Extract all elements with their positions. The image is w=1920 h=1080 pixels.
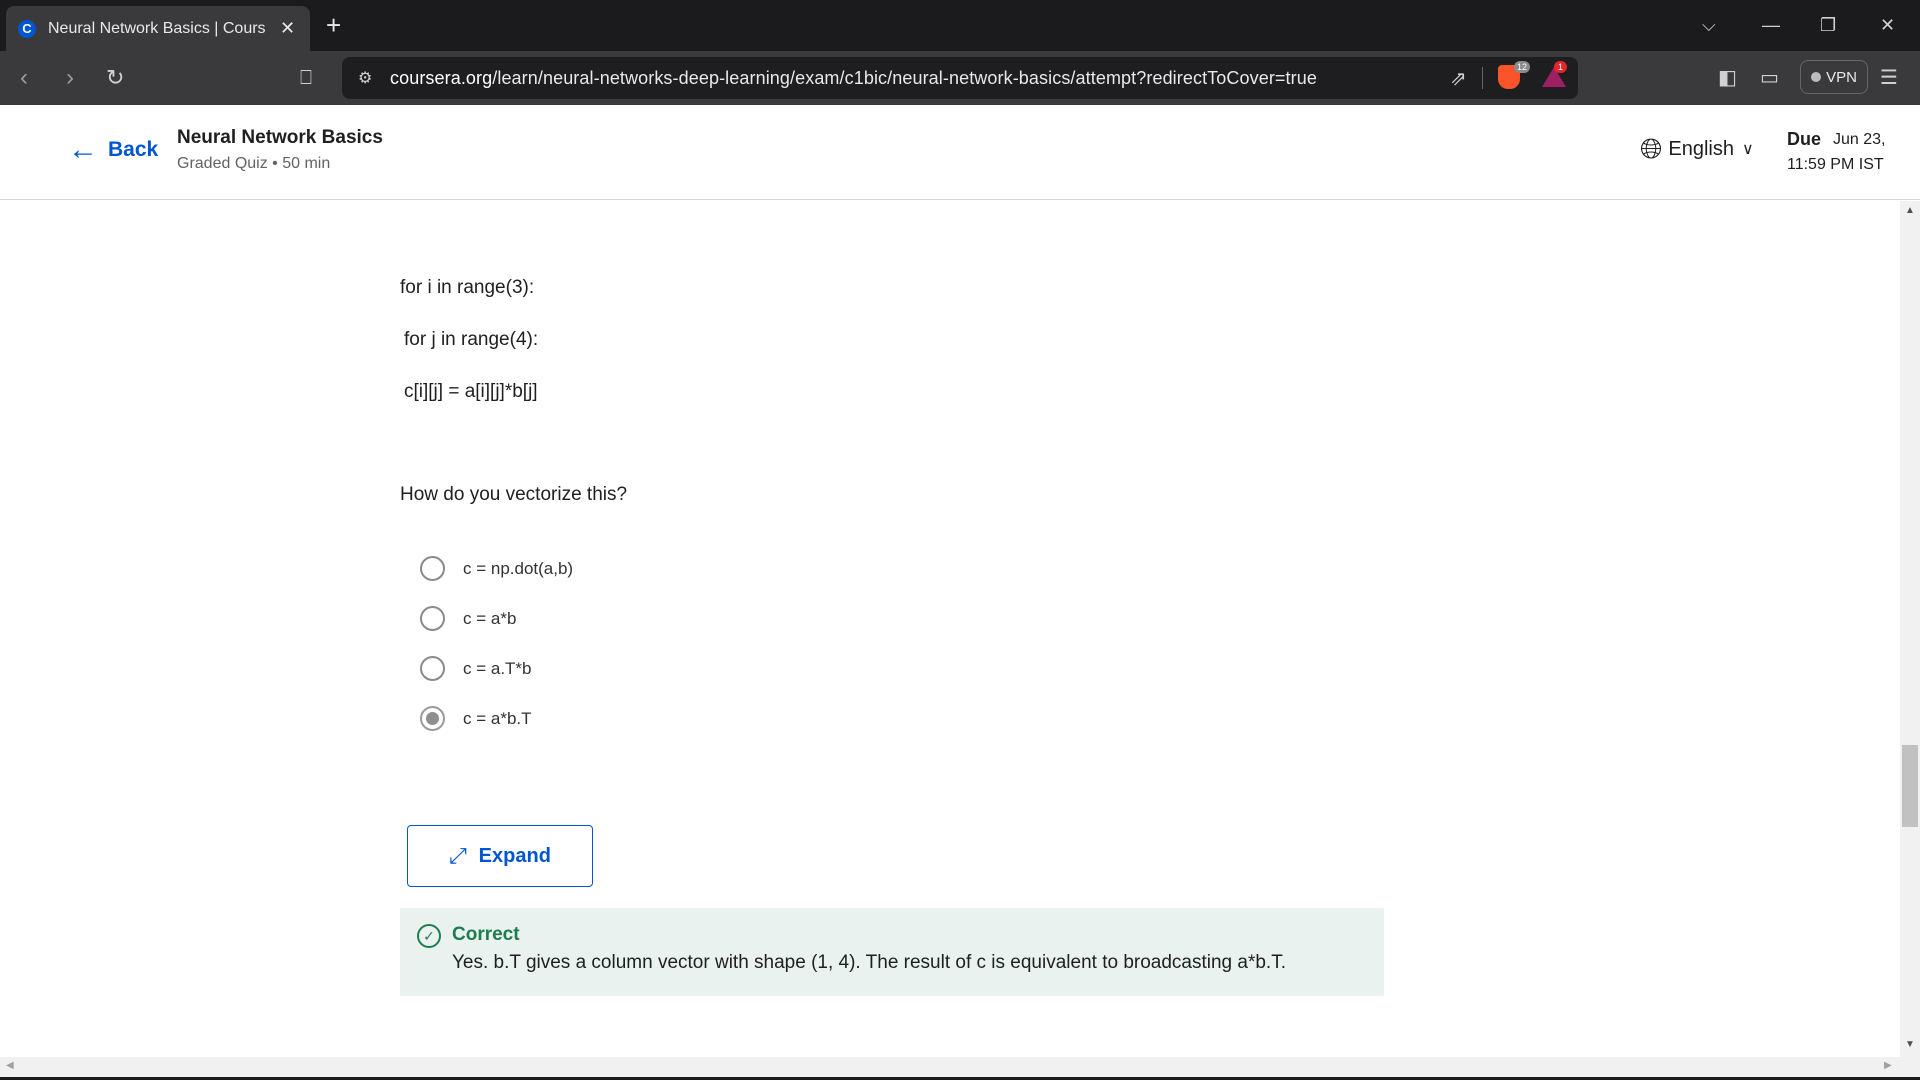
- reload-icon[interactable]: ↻: [106, 61, 124, 95]
- due-date: Jun 23,: [1833, 131, 1886, 148]
- share-icon[interactable]: ⇗: [1450, 66, 1467, 91]
- check-circle-icon: ✓: [417, 924, 441, 948]
- address-bar[interactable]: ⚙ coursera.org/learn/neural-networks-dee…: [342, 57, 1578, 99]
- browser-tab-bar: C Neural Network Basics | Coursera ✕ + ⌵…: [0, 0, 1920, 51]
- radio-button[interactable]: [420, 556, 445, 581]
- language-selector[interactable]: 🌐︎ English ∨: [1640, 135, 1754, 163]
- feedback-title: Correct: [452, 924, 520, 945]
- wallet-icon[interactable]: ▭: [1760, 65, 1779, 90]
- page-title: Neural Network Basics: [177, 127, 383, 148]
- answer-option-selected[interactable]: c = a*b.T: [420, 706, 532, 731]
- feedback-box: ✓ Correct Yes. b.T gives a column vector…: [400, 908, 1384, 996]
- close-window-icon[interactable]: ✕: [1880, 12, 1895, 38]
- scrollbar-thumb[interactable]: [1902, 745, 1918, 827]
- expand-button[interactable]: ⤢ Expand: [407, 825, 593, 887]
- radio-button-checked[interactable]: [420, 706, 445, 731]
- back-nav-icon[interactable]: ‹: [20, 61, 28, 95]
- sidebar-toggle-icon[interactable]: ◧: [1718, 65, 1737, 90]
- answer-option[interactable]: c = a*b: [420, 606, 516, 631]
- answer-option[interactable]: c = a.T*b: [420, 656, 532, 681]
- restore-icon[interactable]: ❐: [1820, 12, 1836, 38]
- feedback-text: Yes. b.T gives a column vector with shap…: [452, 952, 1286, 973]
- radio-dot: [426, 712, 439, 725]
- radio-button[interactable]: [420, 656, 445, 681]
- browser-toolbar: ‹ › ↻ ⎕ ⚙ coursera.org/learn/neural-netw…: [0, 51, 1920, 105]
- scroll-down-icon[interactable]: ▼: [1905, 1039, 1915, 1050]
- site-settings-icon[interactable]: ⚙: [358, 68, 372, 88]
- scroll-left-icon[interactable]: ◀: [6, 1060, 14, 1071]
- globe-icon: 🌐︎: [1640, 133, 1663, 164]
- forward-nav-icon[interactable]: ›: [66, 61, 74, 95]
- back-button[interactable]: ← Back: [68, 135, 158, 165]
- code-line: c[i][j] = a[i][j]*b[j]: [404, 381, 538, 402]
- answer-option[interactable]: c = np.dot(a,b): [420, 556, 573, 581]
- bookmark-icon[interactable]: ⎕: [300, 61, 312, 95]
- tab-list-chevron-icon[interactable]: ⌵: [1702, 12, 1716, 38]
- answer-option-label: c = a.T*b: [463, 658, 532, 678]
- new-tab-button[interactable]: +: [326, 10, 341, 40]
- close-tab-icon[interactable]: ✕: [280, 18, 295, 39]
- chevron-down-icon: ∨: [1742, 141, 1754, 158]
- vertical-scrollbar[interactable]: ▲ ▼: [1900, 201, 1920, 1057]
- arrow-left-icon: ←: [68, 133, 98, 166]
- coursera-favicon-icon: C: [18, 19, 36, 38]
- menu-icon[interactable]: ☰: [1880, 65, 1898, 90]
- tab-title: Neural Network Basics | Coursera: [48, 19, 266, 37]
- url-text[interactable]: coursera.org/learn/neural-networks-deep-…: [390, 68, 1317, 89]
- question-prompt: How do you vectorize this?: [400, 484, 628, 505]
- horizontal-scrollbar[interactable]: ◀ ▶: [0, 1057, 1920, 1077]
- scroll-right-icon[interactable]: ▶: [1884, 1060, 1892, 1071]
- answer-option-label: c = np.dot(a,b): [463, 558, 574, 578]
- quiz-header: ← Back Neural Network Basics Graded Quiz…: [0, 105, 1920, 200]
- code-line: for j in range(4):: [404, 329, 539, 350]
- browser-tab[interactable]: C Neural Network Basics | Coursera ✕: [6, 6, 310, 51]
- expand-icon: ⤢: [449, 843, 467, 868]
- answer-option-label: c = a*b: [463, 608, 517, 628]
- vpn-button[interactable]: VPN: [1800, 60, 1868, 94]
- quiz-meta: Graded Quiz • 50 min: [177, 155, 331, 172]
- radio-button[interactable]: [420, 606, 445, 631]
- shields-count-badge: 12: [1514, 61, 1531, 73]
- quiz-content: for i in range(3): for j in range(4): c[…: [0, 201, 1900, 1057]
- scroll-up-icon[interactable]: ▲: [1905, 205, 1915, 216]
- code-line: for i in range(3):: [400, 277, 535, 298]
- minimize-icon[interactable]: —: [1762, 12, 1780, 38]
- due-label: Due: [1787, 129, 1822, 149]
- due-time: 11:59 PM IST: [1787, 156, 1884, 173]
- divider: [1482, 67, 1483, 89]
- rewards-count-badge: 1: [1554, 61, 1568, 73]
- answer-option-label: c = a*b.T: [463, 708, 532, 728]
- vpn-status-icon: [1811, 72, 1822, 82]
